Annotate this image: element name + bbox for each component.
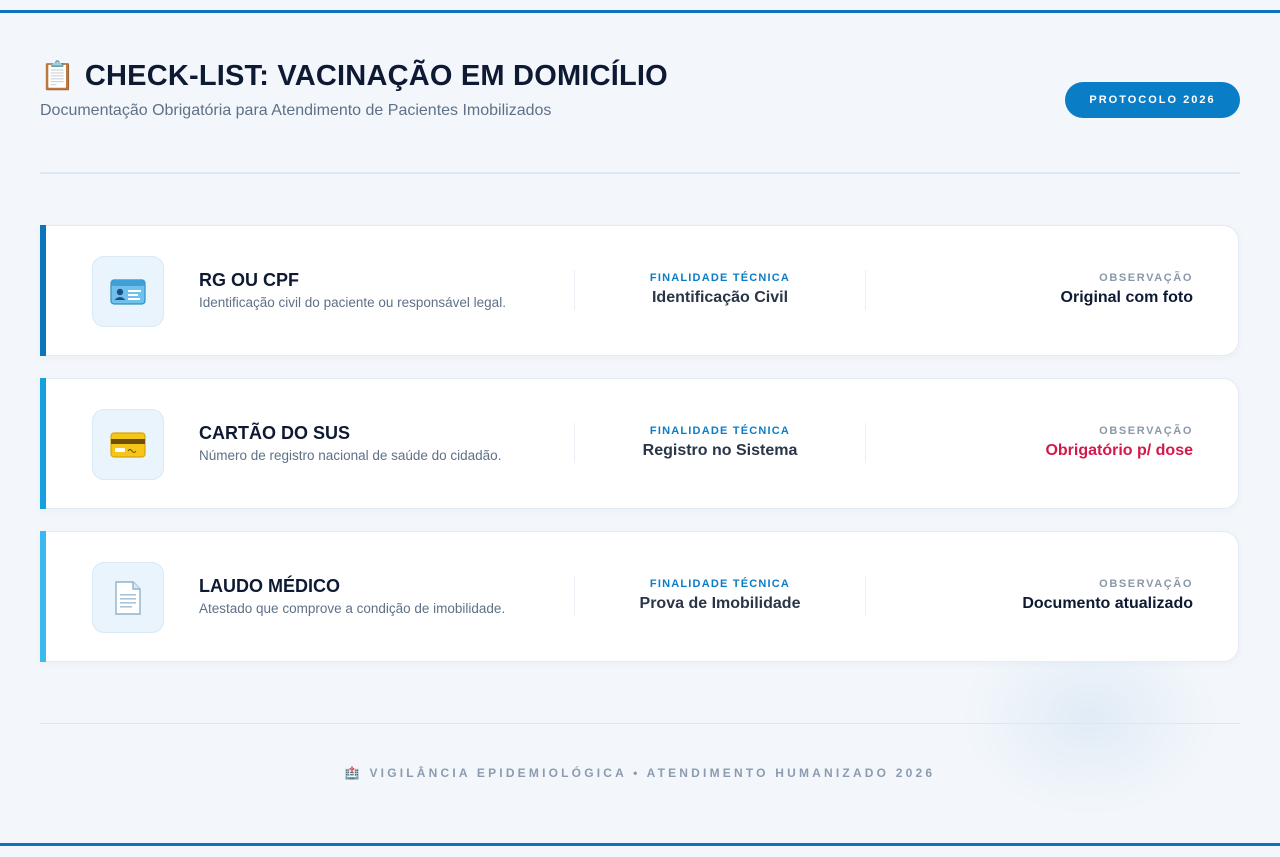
card-title: CARTÃO DO SUS [199, 423, 351, 443]
card-description: Identificação civil do paciente ou respo… [199, 295, 506, 310]
card-description: Atestado que comprove a condição de imob… [199, 601, 506, 616]
purpose-column: FINALIDADE TÉCNICA Identificação Civil [575, 272, 865, 307]
card-description: Número de registro nacional de saúde do … [199, 448, 502, 463]
checklist-card: RG OU CPF Identificação civil do pacient… [40, 225, 1239, 356]
id-card-icon [110, 278, 146, 305]
title-row: 📋 CHECK-LIST: VACINAÇÃO EM DOMICÍLIO [40, 58, 1240, 94]
purpose-column: FINALIDADE TÉCNICA Registro no Sistema [575, 425, 865, 460]
footer-text: VIGILÂNCIA EPIDEMIOLÓGICA • ATENDIMENTO … [369, 766, 936, 780]
header-divider [40, 172, 1240, 174]
hospital-icon: 🏥 [344, 766, 363, 780]
clipboard-icon: 📋 [40, 60, 75, 91]
protocol-badge: PROTOCOLO 2026 [1065, 82, 1240, 118]
footer-divider [40, 723, 1240, 724]
card-icon-box [92, 562, 164, 633]
credit-card-icon [110, 431, 146, 458]
note-value: Obrigatório p/ dose [1045, 442, 1193, 459]
checklist-card: CARTÃO DO SUS Número de registro naciona… [40, 378, 1239, 509]
card-accent-bar [40, 378, 46, 509]
document-icon [115, 580, 141, 615]
purpose-label: FINALIDADE TÉCNICA [649, 578, 791, 590]
card-icon-box [92, 409, 164, 480]
column-divider [865, 576, 866, 616]
column-divider [865, 423, 866, 463]
note-label: OBSERVAÇÃO [1099, 272, 1193, 284]
purpose-value: Registro no Sistema [642, 442, 798, 459]
note-label: OBSERVAÇÃO [1099, 578, 1193, 590]
note-column: OBSERVAÇÃO Obrigatório p/ dose [1045, 425, 1193, 460]
purpose-label: FINALIDADE TÉCNICA [649, 272, 791, 284]
page-title: CHECK-LIST: VACINAÇÃO EM DOMICÍLIO [84, 60, 668, 92]
bottom-accent-line [0, 843, 1280, 846]
purpose-value: Identificação Civil [651, 289, 789, 306]
purpose-label: FINALIDADE TÉCNICA [649, 425, 791, 437]
note-value: Documento atualizado [1022, 595, 1193, 612]
card-accent-bar [40, 225, 46, 356]
purpose-value: Prova de Imobilidade [639, 595, 801, 612]
page-footer: 🏥 VIGILÂNCIA EPIDEMIOLÓGICA • ATENDIMENT… [40, 766, 1240, 780]
checklist-card: LAUDO MÉDICO Atestado que comprove a con… [40, 531, 1239, 662]
column-divider [865, 270, 866, 310]
note-column: OBSERVAÇÃO Original com foto [1061, 272, 1193, 307]
card-icon-box [92, 256, 164, 327]
note-column: OBSERVAÇÃO Documento atualizado [1022, 578, 1193, 613]
card-accent-bar [40, 531, 46, 662]
card-title: RG OU CPF [199, 270, 300, 290]
page-subtitle: Documentação Obrigatória para Atendiment… [40, 102, 552, 119]
note-value: Original com foto [1060, 289, 1193, 306]
card-title: LAUDO MÉDICO [199, 576, 340, 596]
page-header: 📋 CHECK-LIST: VACINAÇÃO EM DOMICÍLIO Doc… [40, 58, 1240, 128]
note-label: OBSERVAÇÃO [1099, 425, 1193, 437]
purpose-column: FINALIDADE TÉCNICA Prova de Imobilidade [575, 578, 865, 613]
top-accent-line [0, 10, 1280, 13]
